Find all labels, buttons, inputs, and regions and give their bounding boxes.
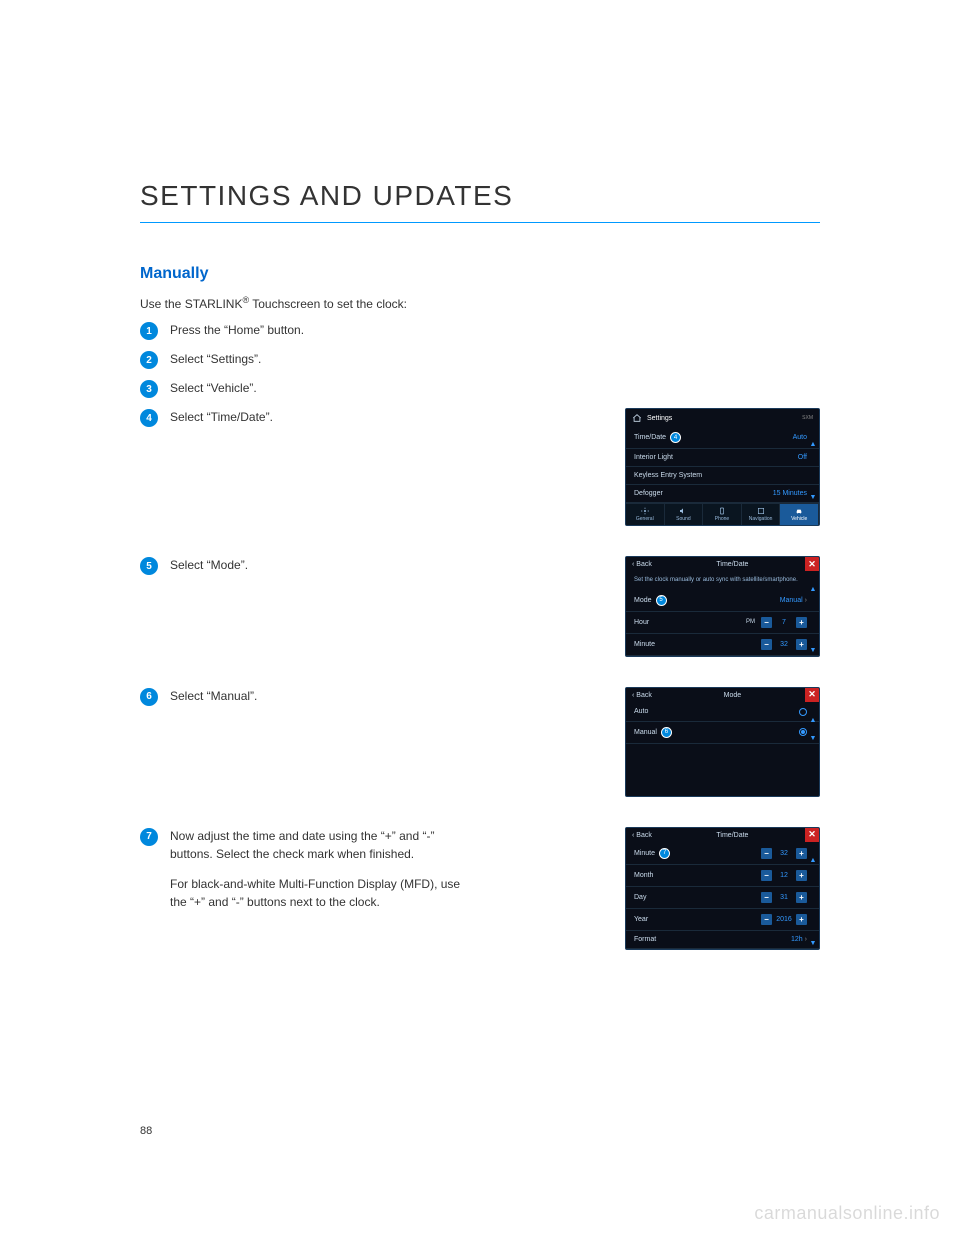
tab-vehicle[interactable]: Vehicle (780, 504, 819, 525)
step-7: 7 Now adjust the time and date using the… (140, 827, 480, 911)
step-badge-7: 7 (140, 828, 158, 846)
sxm-label: SXM (802, 415, 813, 421)
settings-header-label: Settings (647, 415, 672, 422)
tab-sound[interactable]: Sound (665, 504, 704, 525)
step-text-7: Now adjust the time and date using the “… (170, 827, 480, 863)
mode-row-auto[interactable]: Auto (626, 703, 819, 722)
step-text-1: Press the “Home” button. (170, 321, 304, 339)
plus-button[interactable]: + (796, 617, 807, 628)
step-badge-5: 5 (140, 557, 158, 575)
radio-unselected-icon[interactable] (799, 708, 807, 716)
callout-7: 7 (659, 848, 670, 859)
timedate-row-minute: Minute − 32 + (626, 634, 819, 656)
tab-general[interactable]: General (626, 504, 665, 525)
adjust-row-year: Year − 2016 + (626, 909, 819, 931)
sound-icon (679, 507, 687, 515)
callout-6: 6 (661, 727, 672, 738)
watermark: carmanualsonline.info (754, 1203, 940, 1224)
scroll-up-icon[interactable]: ▲ (809, 717, 817, 724)
step-5: 5 Select “Mode”. (140, 556, 480, 575)
settings-row-interior[interactable]: Interior Light Off (626, 449, 819, 467)
settings-row-defogger[interactable]: Defogger 15 Minutes (626, 485, 819, 503)
nav-icon (757, 507, 765, 515)
step-2: 2 Select “Settings”. (140, 350, 820, 369)
page-title: SETTINGS AND UPDATES (140, 180, 820, 212)
step-subtext-7: For black-and-white Multi-Function Displ… (170, 875, 480, 911)
callout-4: 4 (670, 432, 681, 443)
section-title: Manually (140, 265, 820, 283)
mode-header: Mode (652, 692, 813, 699)
gear-icon (641, 507, 649, 515)
plus-button[interactable]: + (796, 914, 807, 925)
step-text-5: Select “Mode”. (170, 556, 248, 574)
close-icon[interactable]: ✕ (805, 688, 819, 702)
settings-row-keyless[interactable]: Keyless Entry System (626, 467, 819, 485)
back-button[interactable]: ‹ Back (632, 832, 652, 839)
back-button[interactable]: ‹ Back (632, 692, 652, 699)
step-badge-1: 1 (140, 322, 158, 340)
settings-row-timedate[interactable]: Time/Date 4 Auto (626, 427, 819, 449)
step-badge-4: 4 (140, 409, 158, 427)
page-number: 88 (140, 1125, 152, 1137)
step-text-2: Select “Settings”. (170, 350, 261, 368)
step-4: 4 Select “Time/Date”. (140, 408, 480, 427)
screenshot-settings: Settings SXM Time/Date 4 Auto Interior L… (625, 408, 820, 526)
step-badge-6: 6 (140, 688, 158, 706)
timedate-row-mode[interactable]: Mode 5 Manual› (626, 590, 819, 612)
tab-phone[interactable]: Phone (703, 504, 742, 525)
adjust-header: Time/Date (652, 832, 813, 839)
intro-text: Use the STARLINK® Touchscreen to set the… (140, 295, 820, 311)
scroll-down-icon[interactable]: ▼ (809, 940, 817, 947)
phone-icon (718, 507, 726, 515)
step-3: 3 Select “Vehicle”. (140, 379, 820, 398)
vehicle-icon (795, 507, 803, 515)
adjust-row-month: Month − 12 + (626, 865, 819, 887)
timedate-row-hour: Hour PM − 7 + (626, 612, 819, 634)
callout-5: 5 (656, 595, 667, 606)
step-6: 6 Select “Manual”. (140, 687, 480, 706)
plus-button[interactable]: + (796, 639, 807, 650)
screenshot-adjust: ‹ Back Time/Date ✕ Minute 7 − 32 + (625, 827, 820, 950)
minus-button[interactable]: − (761, 914, 772, 925)
scroll-down-icon[interactable]: ▼ (809, 735, 817, 742)
adjust-row-minute: Minute 7 − 32 + (626, 843, 819, 865)
step-1: 1 Press the “Home” button. (140, 321, 820, 340)
screenshot-mode: ‹ Back Mode ✕ Auto Manual 6 (625, 687, 820, 797)
settings-tabbar: General Sound Phone Navigation (626, 503, 819, 525)
plus-button[interactable]: + (796, 892, 807, 903)
radio-selected-icon[interactable] (799, 728, 807, 736)
minus-button[interactable]: − (761, 639, 772, 650)
step-text-4: Select “Time/Date”. (170, 408, 273, 426)
step-badge-3: 3 (140, 380, 158, 398)
home-icon (632, 413, 642, 423)
minus-button[interactable]: − (761, 870, 772, 881)
adjust-row-format[interactable]: Format 12h› (626, 931, 819, 949)
tab-navigation[interactable]: Navigation (742, 504, 781, 525)
back-button[interactable]: ‹ Back (632, 561, 652, 568)
minus-button[interactable]: − (761, 892, 772, 903)
minus-button[interactable]: − (761, 617, 772, 628)
scroll-up-icon[interactable]: ▲ (809, 441, 817, 448)
title-divider (140, 222, 820, 223)
plus-button[interactable]: + (796, 870, 807, 881)
step-text-3: Select “Vehicle”. (170, 379, 257, 397)
mode-row-manual[interactable]: Manual 6 (626, 722, 819, 744)
scroll-down-icon[interactable]: ▼ (809, 647, 817, 654)
timedate-header: Time/Date (652, 561, 813, 568)
screenshot-timedate: ‹ Back Time/Date ✕ Set the clock manuall… (625, 556, 820, 657)
close-icon[interactable]: ✕ (805, 828, 819, 842)
adjust-row-day: Day − 31 + (626, 887, 819, 909)
scroll-up-icon[interactable]: ▲ (809, 586, 817, 593)
step-badge-2: 2 (140, 351, 158, 369)
plus-button[interactable]: + (796, 848, 807, 859)
timedate-hint: Set the clock manually or auto sync with… (626, 572, 819, 590)
step-text-6: Select “Manual”. (170, 687, 257, 705)
scroll-up-icon[interactable]: ▲ (809, 857, 817, 864)
scroll-down-icon[interactable]: ▼ (809, 494, 817, 501)
minus-button[interactable]: − (761, 848, 772, 859)
close-icon[interactable]: ✕ (805, 557, 819, 571)
